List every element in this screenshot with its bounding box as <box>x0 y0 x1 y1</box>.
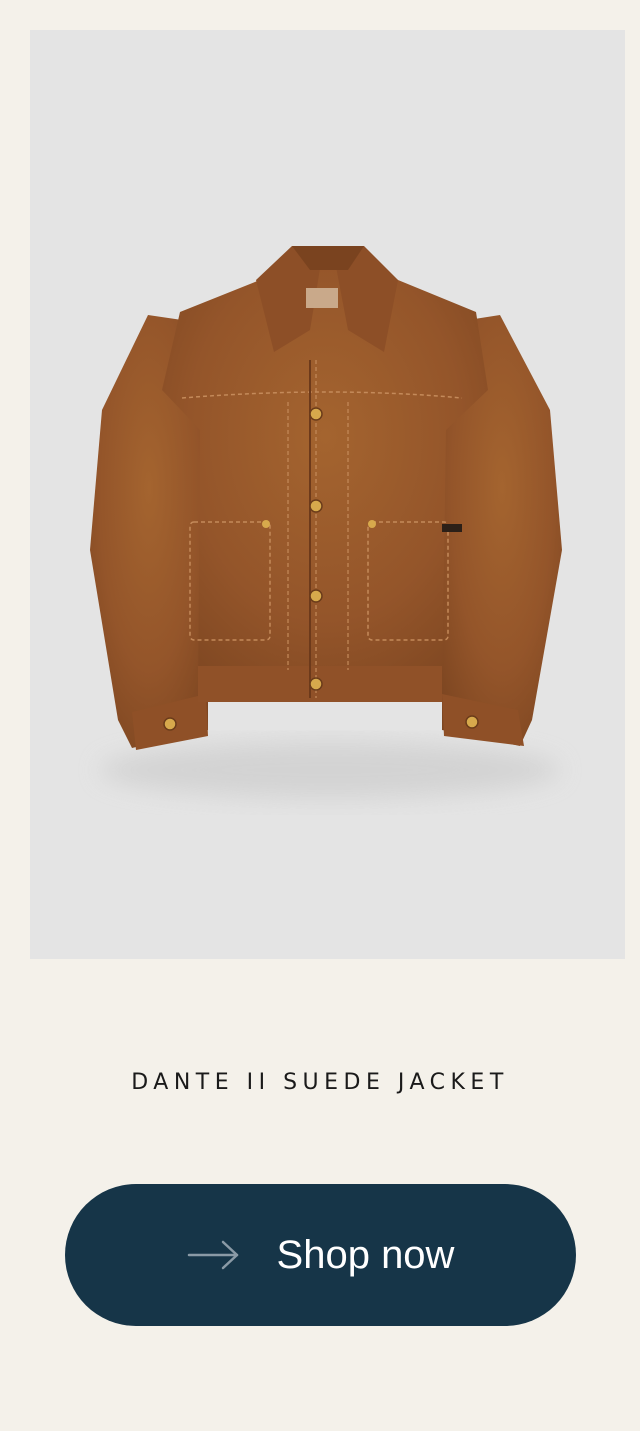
jacket-illustration <box>90 246 562 798</box>
shop-now-button[interactable]: Shop now <box>65 1184 576 1326</box>
product-image[interactable] <box>30 30 625 959</box>
product-name[interactable]: DANTE II SUEDE JACKET <box>0 1070 640 1095</box>
arrow-right-icon <box>187 1239 241 1271</box>
shop-now-label: Shop now <box>276 1232 455 1277</box>
